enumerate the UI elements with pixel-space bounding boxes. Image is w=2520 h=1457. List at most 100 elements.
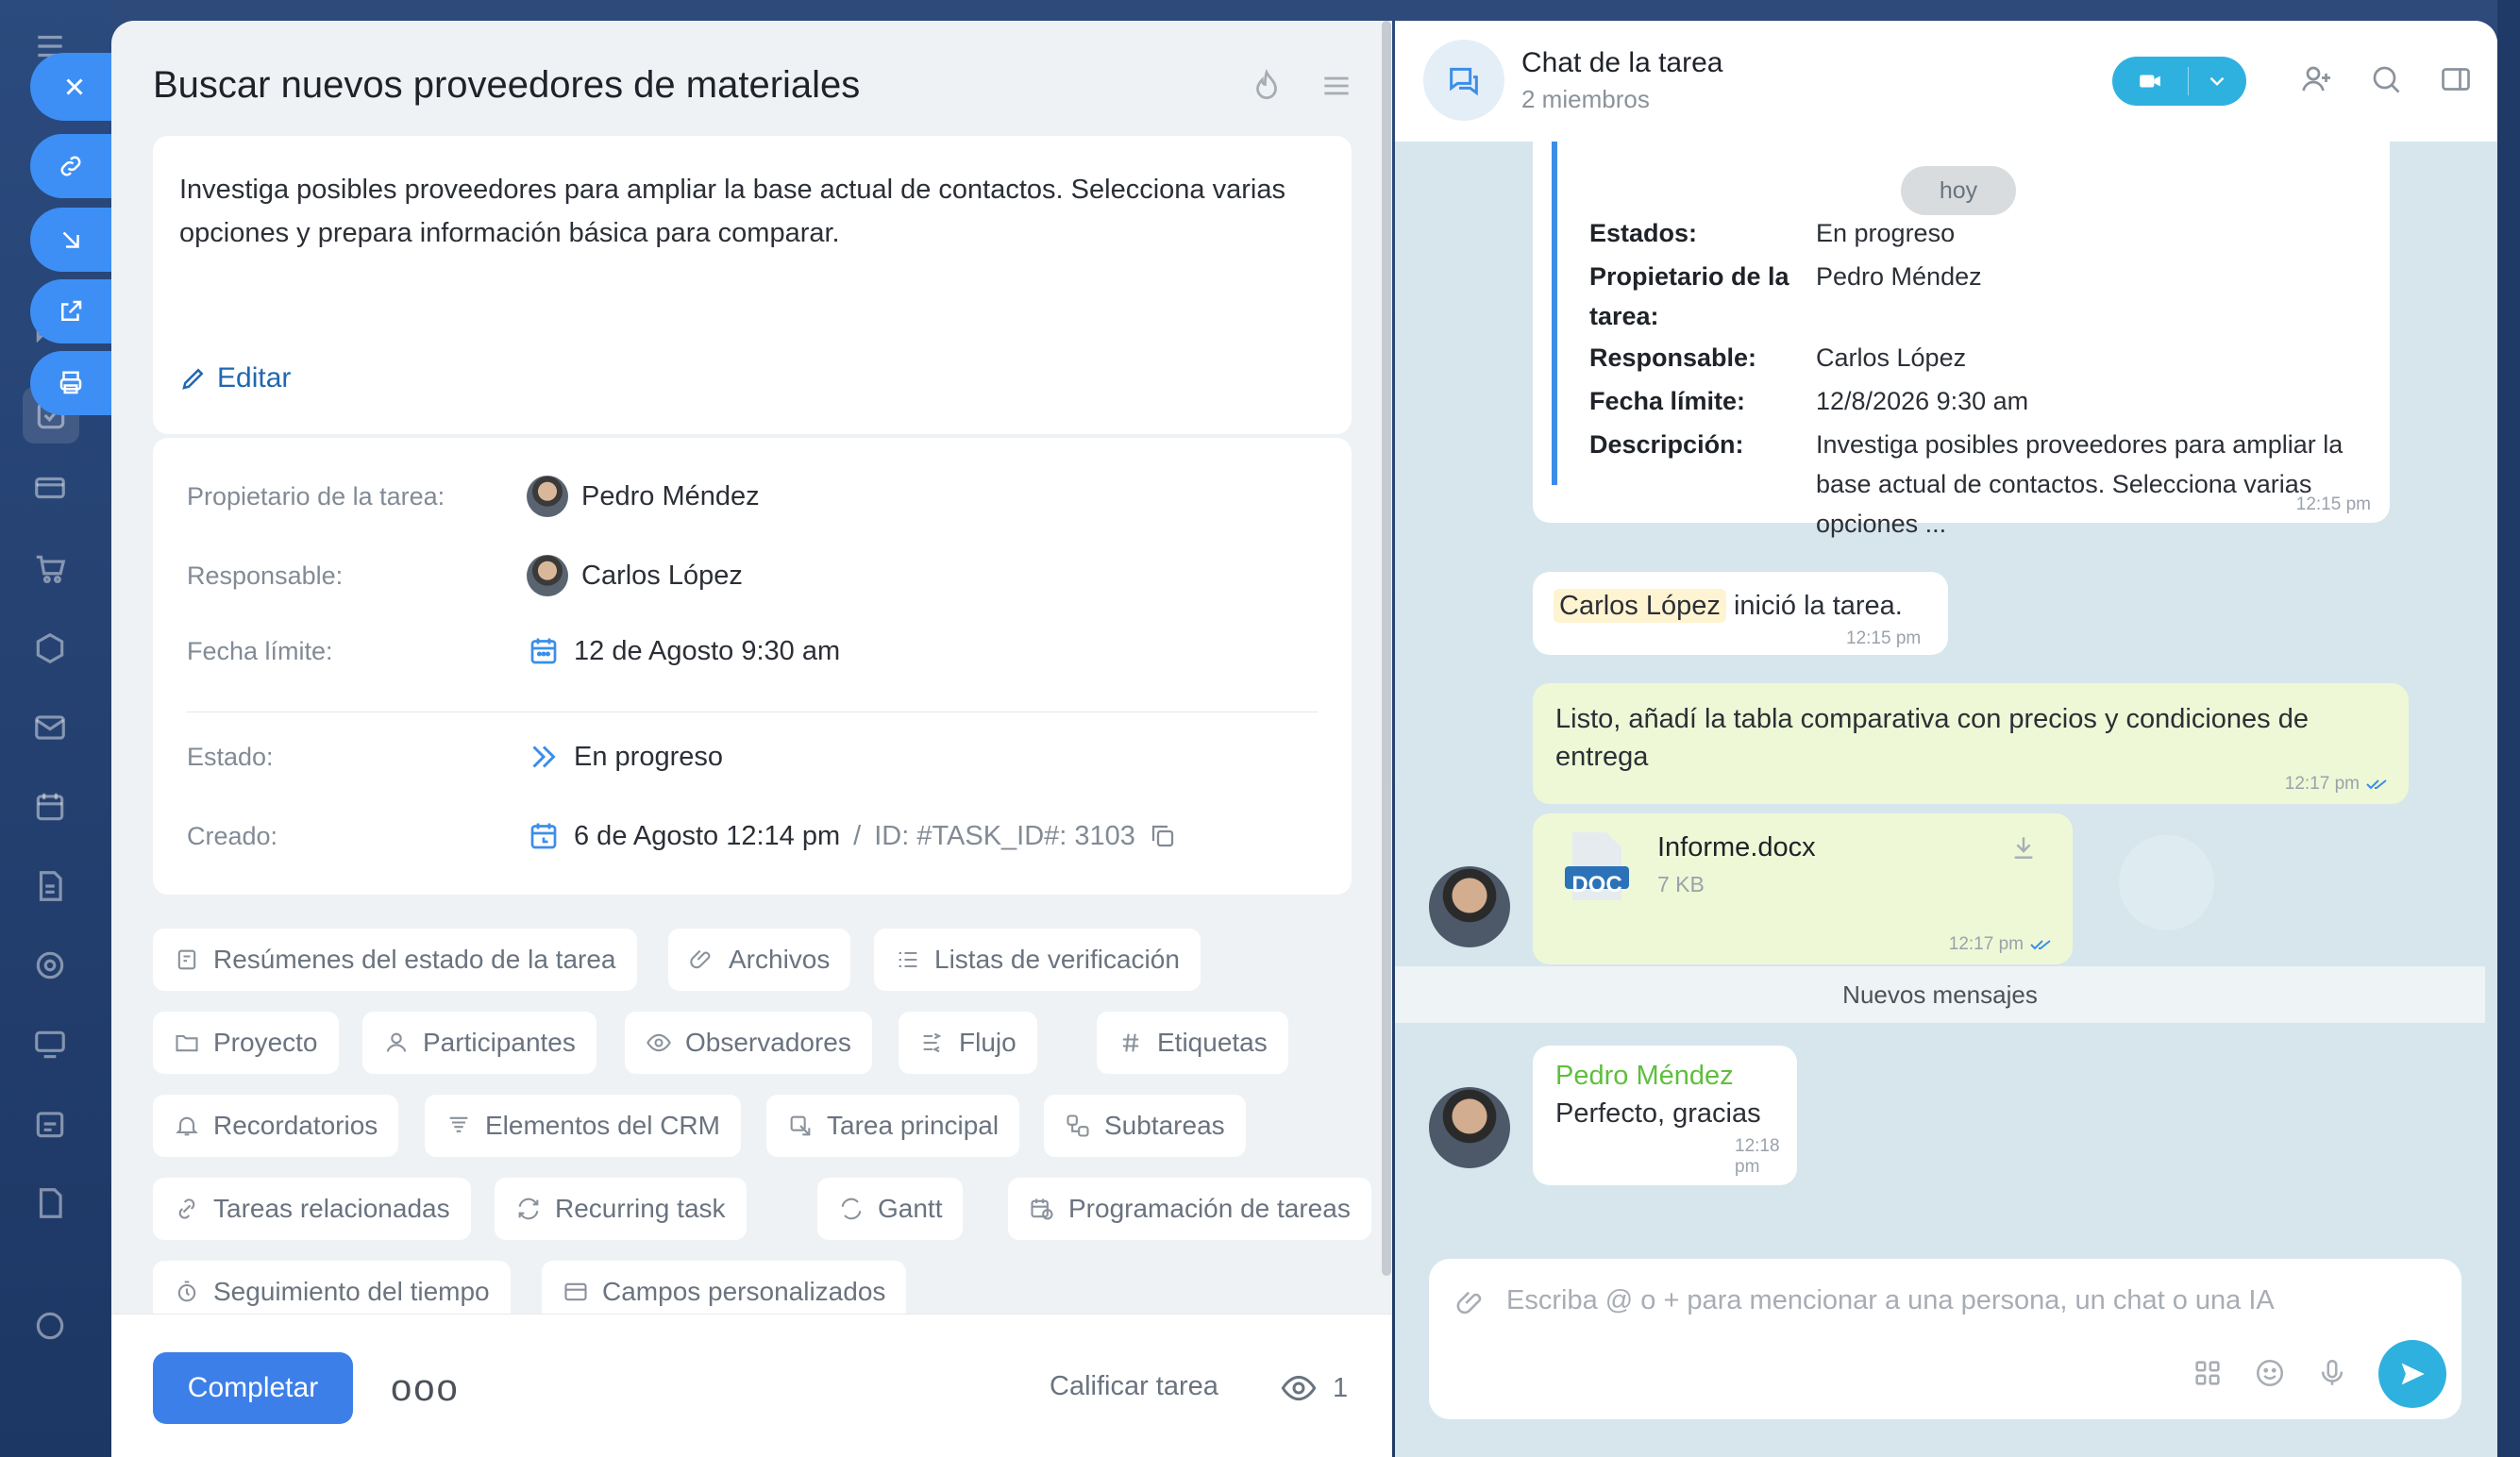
chip-label: Recurring task: [555, 1194, 726, 1223]
views-counter[interactable]: 1: [1280, 1369, 1348, 1407]
chat-members[interactable]: 2 miembros: [1521, 85, 1650, 114]
chip-files[interactable]: Archivos: [668, 929, 851, 991]
cart-icon[interactable]: [28, 547, 72, 591]
menu-lines-icon[interactable]: [1319, 68, 1354, 104]
emoji-icon[interactable]: [2254, 1357, 2286, 1389]
chip-tags[interactable]: Etiquetas: [1097, 1012, 1288, 1074]
video-camera-icon: [2140, 75, 2160, 88]
chip-label: Elementos del CRM: [485, 1111, 720, 1140]
chain-icon: [178, 1198, 195, 1219]
chip-crm-elements[interactable]: Elementos del CRM: [425, 1095, 741, 1157]
chip-label: Recordatorios: [213, 1111, 378, 1140]
chip-project[interactable]: Proyecto: [153, 1012, 339, 1074]
close-button[interactable]: [30, 53, 113, 121]
pedro-avatar[interactable]: [1429, 1087, 1510, 1168]
chip-task-scheduling[interactable]: Programación de tareas: [1008, 1178, 1371, 1240]
pencil-icon: [182, 368, 204, 390]
created-row: Creado: 6 de Agosto 12:14 pm / ID: #TASK…: [187, 819, 1177, 853]
document-rail-icon[interactable]: [28, 864, 72, 908]
paperclip-icon: [690, 949, 711, 969]
target-icon[interactable]: [28, 944, 72, 987]
calendar-rail-icon[interactable]: [28, 785, 72, 829]
send-button[interactable]: [2378, 1340, 2446, 1408]
chip-participants[interactable]: Participantes: [362, 1012, 596, 1074]
download-icon[interactable]: [2008, 832, 2039, 862]
card-icon[interactable]: [28, 466, 72, 510]
message-composer: [1429, 1259, 2461, 1419]
task-scrollbar[interactable]: [1382, 21, 1391, 1276]
file-time: 12:17 pm: [1949, 934, 2054, 955]
monitor-icon[interactable]: [28, 1023, 72, 1066]
folder-icon: [176, 1034, 198, 1052]
complete-button[interactable]: Completar: [153, 1352, 353, 1424]
created-separator: /: [853, 820, 862, 851]
copy-icon[interactable]: [1149, 822, 1177, 850]
parent-task-icon: [790, 1115, 811, 1136]
sidebar-toggle-icon[interactable]: [2439, 62, 2473, 96]
message-time-text: 12:17 pm: [2284, 774, 2360, 794]
video-options-button[interactable]: [2189, 69, 2245, 93]
file-edit-icon[interactable]: [28, 1181, 72, 1225]
sender-avatar[interactable]: [1429, 866, 1510, 947]
message-time: 12:18 pm: [1735, 1136, 1780, 1177]
owner-value[interactable]: Pedro Méndez: [527, 476, 760, 517]
edit-link[interactable]: Editar: [179, 362, 291, 394]
microphone-icon[interactable]: [2316, 1357, 2348, 1389]
hexagon-icon[interactable]: [28, 627, 72, 670]
file-size: 7 KB: [1657, 872, 1705, 896]
double-check-icon: [2366, 779, 2387, 790]
chip-label: Seguimiento del tiempo: [213, 1277, 490, 1306]
incoming-message: Pedro Méndez Perfecto, gracias 12:18 pm: [1533, 1046, 1797, 1185]
outgoing-message: Listo, añadí la tabla comparativa con pr…: [1533, 683, 2409, 804]
open-new-window-button[interactable]: [30, 279, 113, 343]
print-button[interactable]: [30, 351, 113, 415]
collapse-button[interactable]: [30, 208, 113, 272]
status-value[interactable]: En progreso: [527, 740, 723, 774]
chip-gantt[interactable]: Gantt: [817, 1178, 964, 1240]
checklist-icon: [899, 951, 917, 968]
chip-related-tasks[interactable]: Tareas relacionadas: [153, 1178, 471, 1240]
summary-value: Pedro Méndez: [1816, 262, 1982, 291]
add-user-icon[interactable]: [2299, 62, 2333, 96]
summary-row: Responsable: Carlos López: [1589, 338, 2382, 377]
chip-flow[interactable]: Flujo: [899, 1012, 1037, 1074]
chat-avatar[interactable]: [1423, 40, 1504, 121]
video-call-button[interactable]: [2112, 57, 2246, 106]
flame-icon[interactable]: [1249, 68, 1285, 104]
chip-status-summaries[interactable]: Resúmenes del estado de la tarea: [153, 929, 637, 991]
responsible-avatar: [527, 555, 568, 596]
chip-observers[interactable]: Observadores: [625, 1012, 872, 1074]
chip-label: Tarea principal: [827, 1111, 1000, 1140]
message-input[interactable]: [1506, 1285, 2412, 1316]
rate-task-link[interactable]: Calificar tarea: [1050, 1371, 1218, 1402]
chip-recurring-task[interactable]: Recurring task: [495, 1178, 747, 1240]
chip-subtasks[interactable]: Subtareas: [1044, 1095, 1246, 1157]
chat-header: Chat de la tarea 2 miembros: [1395, 21, 2497, 142]
more-actions-button[interactable]: ooo: [391, 1367, 460, 1410]
mention-carlos[interactable]: Carlos López: [1554, 589, 1726, 623]
chip-label: Archivos: [729, 945, 831, 974]
file-message[interactable]: DOC Informe.docx 7 KB 12:17 pm: [1533, 813, 2073, 964]
double-chevron-right-icon: [532, 745, 556, 768]
summary-row: Fecha límite: 12/8/2026 9:30 am: [1589, 381, 2382, 421]
message-author[interactable]: Pedro Méndez: [1555, 1061, 1734, 1092]
user-icon: [386, 1032, 407, 1052]
copy-link-button[interactable]: [30, 134, 113, 198]
chip-checklists[interactable]: Listas de verificación: [874, 929, 1201, 991]
chip-label: Resúmenes del estado de la tarea: [213, 945, 616, 974]
play-icon[interactable]: [28, 1304, 72, 1348]
new-messages-divider: Nuevos mensajes: [1395, 966, 2485, 1023]
owner-label: Propietario de la tarea:: [187, 481, 445, 511]
deadline-value[interactable]: 12 de Agosto 9:30 am: [527, 634, 840, 668]
composer-actions: [2192, 1357, 2348, 1389]
responsible-value[interactable]: Carlos López: [527, 555, 743, 596]
schedule-rail-icon[interactable]: [28, 1102, 72, 1146]
mail-icon[interactable]: [28, 706, 72, 749]
search-icon[interactable]: [2369, 62, 2403, 96]
chip-parent-task[interactable]: Tarea principal: [766, 1095, 1020, 1157]
responsible-row: Responsable: Carlos López: [187, 555, 743, 596]
attach-icon[interactable]: [1455, 1287, 1487, 1319]
chip-reminders[interactable]: Recordatorios: [153, 1095, 399, 1157]
apps-grid-icon[interactable]: [2192, 1357, 2224, 1389]
chat-title: Chat de la tarea: [1521, 47, 1723, 78]
